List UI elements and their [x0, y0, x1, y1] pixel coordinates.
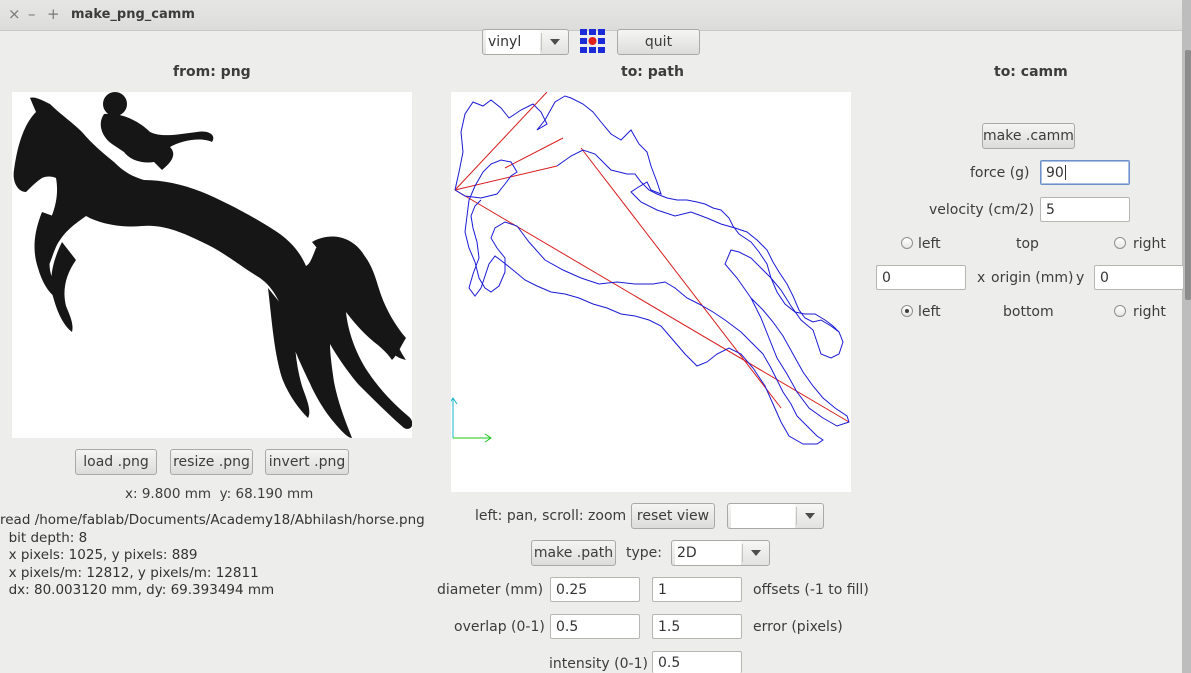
- path-canvas[interactable]: [448, 91, 851, 492]
- maximize-icon[interactable]: +: [47, 6, 60, 22]
- type-label: type:: [626, 545, 662, 561]
- origin-bottom-right-radio[interactable]: [1114, 305, 1126, 317]
- top-right-label: right: [1133, 236, 1166, 252]
- view-select[interactable]: [727, 503, 824, 529]
- resize-png-button[interactable]: resize .png: [170, 449, 253, 475]
- make-camm-button[interactable]: make .camm: [982, 123, 1075, 149]
- intensity-label: intensity (0-1): [549, 656, 648, 672]
- png-info: read /home/fablab/Documents/Academy18/Ab…: [0, 512, 425, 600]
- type-select-value: 2D: [675, 541, 741, 565]
- force-field[interactable]: 90: [1040, 160, 1130, 185]
- png-canvas[interactable]: [12, 92, 413, 439]
- type-select[interactable]: 2D: [671, 540, 770, 566]
- info-line: read /home/fablab/Documents/Academy18/Ab…: [0, 512, 425, 528]
- y-label: y: [1076, 270, 1085, 286]
- info-line: dx: 80.003120 mm, dy: 69.393494 mm: [0, 582, 275, 598]
- machine-select[interactable]: vinyl: [482, 29, 569, 55]
- bottom-right-label: right: [1133, 304, 1166, 320]
- top-label: top: [1016, 236, 1039, 252]
- info-line: x pixels: 1025, y pixels: 889: [0, 547, 198, 563]
- grid-logo-icon: [580, 29, 605, 53]
- horse-silhouette-icon: [13, 92, 413, 439]
- info-line: bit depth: 8: [0, 529, 88, 546]
- chevron-down-icon: [805, 513, 815, 519]
- pan-zoom-hint: left: pan, scroll: zoom: [475, 508, 627, 524]
- toolpath-plot: [448, 91, 850, 445]
- png-heading: from: png: [173, 64, 251, 80]
- bottom-left-label: left: [918, 304, 941, 320]
- chevron-down-icon: [550, 39, 560, 45]
- make-path-button[interactable]: make .path: [531, 540, 616, 566]
- force-value: 90: [1046, 164, 1064, 181]
- window-title: make_png_camm: [71, 7, 195, 22]
- title-bar: × – + make_png_camm: [0, 0, 1182, 31]
- offsets-label: offsets (-1 to fill): [753, 582, 869, 598]
- error-field[interactable]: 1.5: [652, 614, 742, 639]
- background-window-edge: [1182, 0, 1191, 673]
- toolpath-outline: [454, 159, 824, 445]
- diameter-label: diameter (mm): [437, 582, 544, 598]
- coords-readout: x: 9.800 mm y: 68.190 mm: [125, 486, 314, 502]
- offsets-field[interactable]: 1: [652, 577, 742, 602]
- origin-top-left-radio[interactable]: [901, 237, 913, 249]
- origin-label: origin (mm): [991, 270, 1074, 286]
- bottom-label: bottom: [1003, 304, 1054, 320]
- origin-y-field[interactable]: 0: [1094, 265, 1184, 290]
- text-cursor: [1064, 165, 1066, 180]
- info-line: x pixels/m: 12812, y pixels/m: 12811: [0, 564, 259, 581]
- error-label: error (pixels): [753, 619, 843, 635]
- velocity-field[interactable]: 5: [1040, 197, 1130, 222]
- rapid-move: [454, 165, 558, 191]
- toolpath-outline: [454, 95, 850, 427]
- load-png-button[interactable]: load .png: [75, 449, 157, 475]
- velocity-label: velocity (cm/2): [929, 202, 1035, 218]
- intensity-field[interactable]: 0.5: [652, 651, 742, 673]
- y-axis-arrow: [448, 397, 458, 405]
- origin-top-right-radio[interactable]: [1114, 237, 1126, 249]
- rapid-move: [454, 91, 548, 191]
- invert-png-button[interactable]: invert .png: [265, 449, 349, 475]
- quit-button[interactable]: quit: [617, 29, 700, 55]
- rapid-move: [504, 137, 564, 169]
- path-heading: to: path: [621, 64, 684, 80]
- chevron-down-icon: [751, 550, 761, 556]
- minimize-icon[interactable]: –: [28, 6, 36, 22]
- origin-x-field[interactable]: 0: [876, 265, 966, 290]
- camm-heading: to: camm: [994, 64, 1068, 80]
- reset-view-button[interactable]: reset view: [631, 503, 715, 529]
- top-left-label: left: [918, 236, 941, 252]
- force-label: force (g): [970, 165, 1030, 181]
- close-icon[interactable]: ×: [8, 6, 21, 22]
- diameter-field[interactable]: 0.25: [550, 577, 640, 602]
- origin-bottom-left-radio[interactable]: [901, 305, 913, 317]
- machine-select-value: vinyl: [486, 30, 540, 54]
- view-select-value: [731, 504, 795, 528]
- overlap-label: overlap (0-1): [454, 619, 545, 635]
- overlap-field[interactable]: 0.5: [550, 614, 640, 639]
- rapid-move: [580, 147, 782, 409]
- x-label: x: [977, 270, 986, 286]
